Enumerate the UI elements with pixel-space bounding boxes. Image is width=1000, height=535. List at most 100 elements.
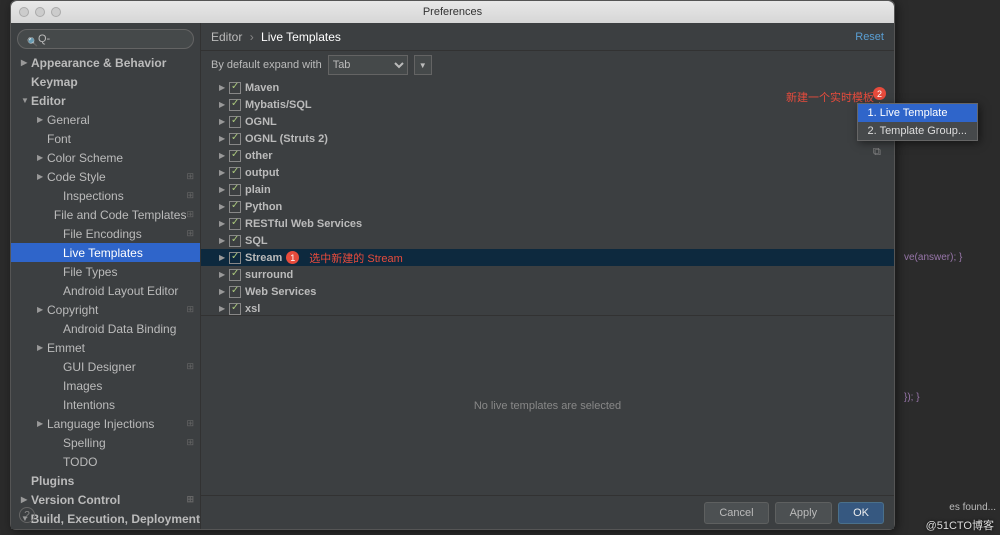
template-row[interactable]: ▶other [201, 147, 894, 164]
arrow-icon: ▶ [219, 253, 229, 262]
sidebar-item-label: Keymap [31, 75, 78, 89]
template-row[interactable]: ▶surround [201, 266, 894, 283]
project-icon: ⊞ [186, 171, 194, 182]
arrow-icon: ▼ [21, 96, 31, 105]
main-panel: Editor › Live Templates Reset By default… [201, 23, 894, 529]
sidebar-item[interactable]: Live Templates [11, 243, 200, 262]
checkbox-icon[interactable] [229, 184, 241, 196]
sidebar-item[interactable]: Inspections⊞ [11, 186, 200, 205]
ok-button[interactable]: OK [838, 502, 884, 524]
checkbox-icon[interactable] [229, 150, 241, 162]
template-row[interactable]: ▶OGNL [201, 113, 894, 130]
settings-tree[interactable]: ▶Appearance & BehaviorKeymap▼Editor▶Gene… [11, 53, 200, 529]
checkbox-icon[interactable] [229, 286, 241, 298]
sidebar-item-label: Font [47, 132, 71, 146]
close-icon[interactable] [19, 7, 29, 17]
checkbox-icon[interactable] [229, 252, 241, 264]
copy-icon[interactable]: ⧉ [873, 146, 886, 159]
sidebar-item[interactable]: Intentions [11, 395, 200, 414]
maximize-icon[interactable] [51, 7, 61, 17]
checkbox-icon[interactable] [229, 133, 241, 145]
breadcrumb: Editor › Live Templates Reset [201, 23, 894, 51]
sidebar-item[interactable]: Plugins [11, 471, 200, 490]
template-row[interactable]: ▶xsl [201, 300, 894, 315]
sidebar-item[interactable]: TODO [11, 452, 200, 471]
template-list[interactable]: ▶Maven▶Mybatis/SQL▶OGNL▶OGNL (Struts 2)▶… [201, 79, 894, 315]
annotation-2-badge: 2 [873, 87, 886, 100]
sidebar-item[interactable]: File Encodings⊞ [11, 224, 200, 243]
sidebar-item[interactable]: ▶Copyright⊞ [11, 300, 200, 319]
reset-link[interactable]: Reset [855, 31, 884, 43]
sidebar-item[interactable]: Keymap [11, 72, 200, 91]
template-row[interactable]: ▶OGNL (Struts 2) [201, 130, 894, 147]
checkbox-icon[interactable] [229, 218, 241, 230]
sidebar-item[interactable]: ▶General [11, 110, 200, 129]
sidebar-item-label: Code Style [47, 170, 106, 184]
sidebar-item[interactable]: ▼Editor [11, 91, 200, 110]
template-label: SQL [245, 235, 268, 247]
checkbox-icon[interactable] [229, 116, 241, 128]
expand-select[interactable]: Tab [328, 55, 408, 75]
checkbox-icon[interactable] [229, 82, 241, 94]
checkbox-icon[interactable] [229, 303, 241, 315]
sidebar-item[interactable]: ▶Color Scheme [11, 148, 200, 167]
arrow-icon: ▶ [219, 304, 229, 313]
sidebar-item[interactable]: ▶Appearance & Behavior [11, 53, 200, 72]
template-row[interactable]: ▶plain [201, 181, 894, 198]
template-row[interactable]: ▶RESTful Web Services [201, 215, 894, 232]
sidebar-item[interactable]: ▶Version Control⊞ [11, 490, 200, 509]
template-label: Python [245, 201, 282, 213]
sidebar-item[interactable]: ▶Emmet [11, 338, 200, 357]
search-input[interactable] [17, 29, 194, 49]
sidebar-item[interactable]: Android Layout Editor [11, 281, 200, 300]
sidebar-item[interactable]: File and Code Templates⊞ [11, 205, 200, 224]
arrow-icon: ▶ [37, 419, 47, 428]
arrow-icon: ▶ [219, 287, 229, 296]
template-row[interactable]: ▶Python [201, 198, 894, 215]
checkbox-icon[interactable] [229, 269, 241, 281]
sidebar-item-label: Build, Execution, Deployment [31, 512, 200, 526]
template-label: Web Services [245, 286, 316, 298]
checkbox-icon[interactable] [229, 99, 241, 111]
template-row[interactable]: ▶Stream1选中新建的 Stream [201, 249, 894, 266]
arrow-icon: ▶ [219, 117, 229, 126]
template-label: Mybatis/SQL [245, 99, 312, 111]
sidebar-item[interactable]: Font [11, 129, 200, 148]
sidebar-item[interactable]: ▶Code Style⊞ [11, 167, 200, 186]
expand-row: By default expand with Tab ▼ [201, 51, 894, 79]
popup-item[interactable]: 2. Template Group... [858, 122, 977, 140]
crumb-editor[interactable]: Editor [211, 30, 242, 44]
titlebar[interactable]: Preferences [11, 1, 894, 23]
preferences-window: Preferences ▶Appearance & BehaviorKeymap… [10, 0, 895, 530]
watermark: 51CTO博客 [926, 517, 994, 533]
sidebar-item[interactable]: Images [11, 376, 200, 395]
popup-item[interactable]: 1. Live Template [858, 104, 977, 122]
empty-message: No live templates are selected [201, 315, 894, 495]
sidebar-item-label: Spelling [63, 436, 106, 450]
add-popup[interactable]: 1. Live Template2. Template Group... [857, 103, 978, 141]
sidebar-item-label: Editor [31, 94, 66, 108]
checkbox-icon[interactable] [229, 167, 241, 179]
checkbox-icon[interactable] [229, 201, 241, 213]
sidebar-item[interactable]: Android Data Binding [11, 319, 200, 338]
sidebar-item-label: Appearance & Behavior [31, 56, 166, 70]
sidebar-item[interactable]: File Types [11, 262, 200, 281]
traffic-lights[interactable] [19, 7, 61, 17]
sidebar-item-label: Android Layout Editor [63, 284, 178, 298]
checkbox-icon[interactable] [229, 235, 241, 247]
sidebar-item-label: TODO [63, 455, 97, 469]
minimize-icon[interactable] [35, 7, 45, 17]
template-row[interactable]: ▶ Web Services [201, 283, 894, 300]
cancel-button[interactable]: Cancel [704, 502, 768, 524]
help-icon[interactable]: ? [19, 507, 35, 523]
sidebar-item[interactable]: Spelling⊞ [11, 433, 200, 452]
sidebar-item[interactable]: ▶Language Injections⊞ [11, 414, 200, 433]
project-icon: ⊞ [186, 228, 194, 239]
sidebar-item[interactable]: GUI Designer⊞ [11, 357, 200, 376]
template-row[interactable]: ▶output [201, 164, 894, 181]
chevron-down-icon[interactable]: ▼ [414, 55, 432, 75]
sidebar-item[interactable]: ▼Build, Execution, Deployment [11, 509, 200, 528]
template-row[interactable]: ▶SQL [201, 232, 894, 249]
found-text: es found... [949, 502, 996, 513]
apply-button[interactable]: Apply [775, 502, 833, 524]
